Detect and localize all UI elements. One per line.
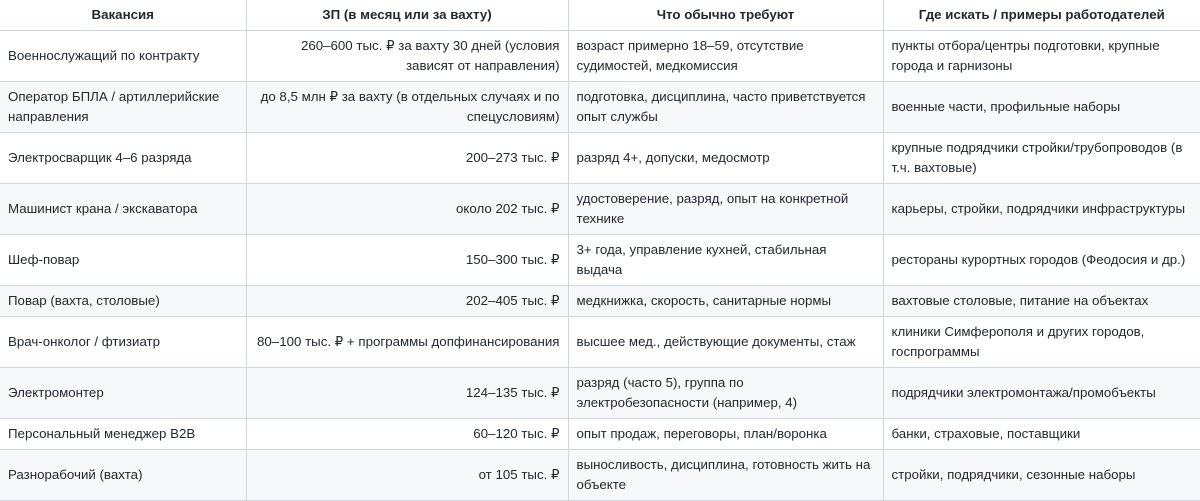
requirements-cell: опыт продаж, переговоры, план/воронка (567, 418, 884, 450)
vacancy-cell: Оператор БПЛА / артиллерийские направлен… (0, 81, 247, 133)
salary-cell: 202–405 тыс. ₽ (245, 285, 569, 317)
where-cell: вахтовые столовые, питание на объектах (882, 285, 1200, 317)
salary-cell: 124–135 тыс. ₽ (245, 367, 569, 419)
table-row: Повар (вахта, столовые) 202–405 тыс. ₽ м… (0, 285, 1200, 317)
table-body: Военнослужащий по контракту 260–600 тыс.… (0, 30, 1200, 501)
vacancy-cell: Разнорабочий (вахта) (0, 449, 247, 501)
vacancy-cell: Врач-онколог / фтизиатр (0, 316, 247, 368)
vacancy-cell: Повар (вахта, столовые) (0, 285, 247, 317)
table-row: Электросварщик 4–6 разряда 200–273 тыс. … (0, 132, 1200, 184)
where-cell: военные части, профильные наборы (882, 81, 1200, 133)
salary-cell: 80–100 тыс. ₽ + программы допфинансирова… (245, 316, 569, 368)
table-row: Персональный менеджер B2B 60–120 тыс. ₽ … (0, 418, 1200, 450)
salary-cell: до 8,5 млн ₽ за вахту (в отдельных случа… (245, 81, 569, 133)
table-row: Военнослужащий по контракту 260–600 тыс.… (0, 30, 1200, 82)
salary-cell: около 202 тыс. ₽ (245, 183, 569, 235)
where-cell: клиники Симферополя и других городов, го… (882, 316, 1200, 368)
requirements-cell: разряд (часто 5), группа по электробезоп… (567, 367, 884, 419)
vacancy-cell: Электромонтер (0, 367, 247, 419)
header-salary: ЗП (в месяц или за вахту) (245, 0, 569, 31)
requirements-cell: подготовка, дисциплина, часто приветству… (567, 81, 884, 133)
table-row: Шеф-повар 150–300 тыс. ₽ 3+ года, управл… (0, 234, 1200, 286)
header-where: Где искать / примеры работодателей (882, 0, 1200, 31)
vacancy-cell: Персональный менеджер B2B (0, 418, 247, 450)
table-header: Вакансия ЗП (в месяц или за вахту) Что о… (0, 0, 1200, 31)
table-row: Разнорабочий (вахта) от 105 тыс. ₽ вынос… (0, 449, 1200, 501)
salary-cell: 150–300 тыс. ₽ (245, 234, 569, 286)
vacancy-cell: Машинист крана / экскаватора (0, 183, 247, 235)
table-row: Оператор БПЛА / артиллерийские направлен… (0, 81, 1200, 133)
table-row: Электромонтер 124–135 тыс. ₽ разряд (час… (0, 367, 1200, 419)
where-cell: подрядчики электромонтажа/промобъекты (882, 367, 1200, 419)
requirements-cell: медкнижка, скорость, санитарные нормы (567, 285, 884, 317)
where-cell: крупные подрядчики стройки/трубопроводов… (882, 132, 1200, 184)
salary-cell: от 105 тыс. ₽ (245, 449, 569, 501)
where-cell: рестораны курортных городов (Феодосия и … (882, 234, 1200, 286)
where-cell: карьеры, стройки, подрядчики инфраструкт… (882, 183, 1200, 235)
vacancy-cell: Электросварщик 4–6 разряда (0, 132, 247, 184)
header-row: Вакансия ЗП (в месяц или за вахту) Что о… (0, 0, 1200, 31)
table-row: Врач-онколог / фтизиатр 80–100 тыс. ₽ + … (0, 316, 1200, 368)
header-vacancy: Вакансия (0, 0, 247, 31)
salary-cell: 200–273 тыс. ₽ (245, 132, 569, 184)
vacancy-cell: Шеф-повар (0, 234, 247, 286)
where-cell: банки, страховые, поставщики (882, 418, 1200, 450)
vacancy-cell: Военнослужащий по контракту (0, 30, 247, 82)
table-row: Машинист крана / экскаватора около 202 т… (0, 183, 1200, 235)
requirements-cell: выносливость, дисциплина, готовность жит… (567, 449, 884, 501)
salary-cell: 260–600 тыс. ₽ за вахту 30 дней (условия… (245, 30, 569, 82)
where-cell: пункты отбора/центры подготовки, крупные… (882, 30, 1200, 82)
salary-cell: 60–120 тыс. ₽ (245, 418, 569, 450)
requirements-cell: высшее мед., действующие документы, стаж (567, 316, 884, 368)
requirements-cell: разряд 4+, допуски, медосмотр (567, 132, 884, 184)
where-cell: стройки, подрядчики, сезонные наборы (882, 449, 1200, 501)
vacancies-table: Вакансия ЗП (в месяц или за вахту) Что о… (0, 0, 1200, 501)
requirements-cell: возраст примерно 18–59, отсутствие судим… (567, 30, 884, 82)
requirements-cell: 3+ года, управление кухней, стабильная в… (567, 234, 884, 286)
requirements-cell: удостоверение, разряд, опыт на конкретно… (567, 183, 884, 235)
header-requirements: Что обычно требуют (567, 0, 884, 31)
